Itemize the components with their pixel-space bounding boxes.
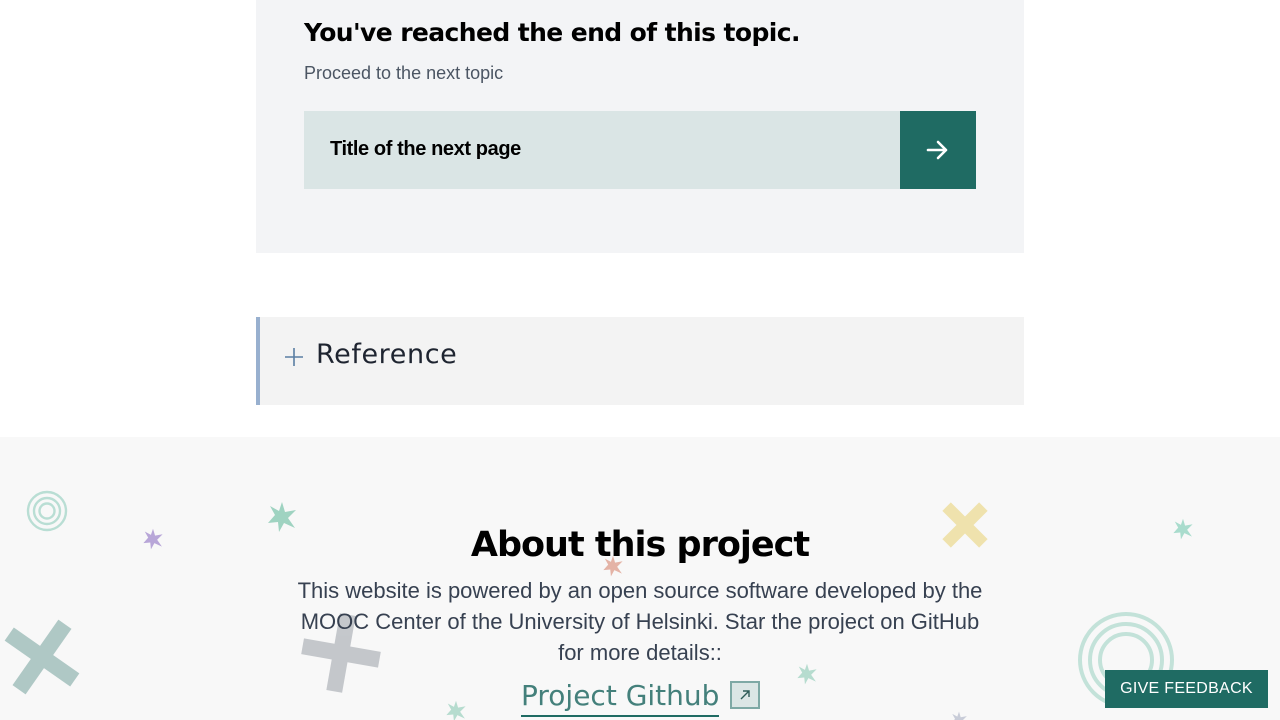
star-decoration [952, 711, 967, 720]
about-title: About this project [470, 525, 810, 565]
give-feedback-button[interactable]: GIVE FEEDBACK [1105, 670, 1268, 708]
reference-accordion[interactable]: Reference [256, 317, 1024, 405]
star-decoration [446, 700, 466, 720]
reference-label: Reference [316, 339, 458, 370]
plus-icon [285, 348, 303, 366]
end-of-topic-subtitle: Proceed to the next topic [304, 63, 504, 83]
external-link-icon[interactable] [730, 681, 760, 709]
arrow-right-icon [926, 140, 948, 160]
end-of-topic-title: You've reached the end of this topic. [304, 18, 800, 47]
cross-decoration [4, 619, 80, 695]
project-github-link[interactable]: Project Github [521, 679, 720, 717]
end-of-topic-card: You've reached the end of this topic. Pr… [256, 0, 1024, 253]
next-page-arrow-button[interactable] [900, 111, 976, 189]
about-description: This website is powered by an open sourc… [297, 578, 983, 665]
next-page-title: Title of the next page [330, 138, 521, 160]
about-section: About this project This website is power… [0, 437, 1280, 720]
next-page-link[interactable]: Title of the next page [304, 111, 976, 189]
